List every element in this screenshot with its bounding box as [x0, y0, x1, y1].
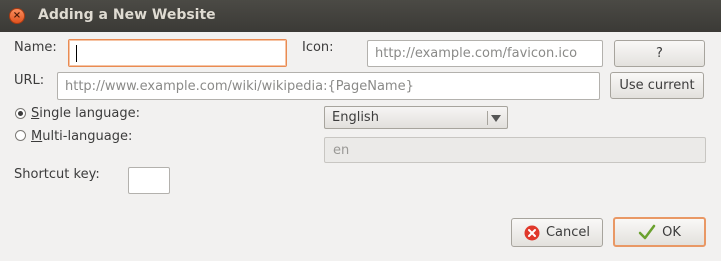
icon-label: Icon: [302, 40, 334, 55]
dialog-window: × Adding a New Website Name: Icon: http:… [0, 0, 721, 261]
single-language-radio[interactable] [15, 108, 26, 119]
name-label: Name: [14, 40, 57, 55]
icon-url-field[interactable]: http://example.com/favicon.ico [367, 40, 603, 67]
combo-separator [487, 111, 488, 125]
close-icon[interactable]: × [9, 8, 25, 24]
shortcut-key-field[interactable] [128, 167, 170, 194]
language-select-value: English [332, 110, 379, 125]
icon-url-placeholder: http://example.com/favicon.ico [375, 46, 578, 61]
use-current-button[interactable]: Use current [610, 72, 704, 99]
text-caret [76, 44, 77, 62]
url-field[interactable]: http://www.example.com/wiki/wikipedia:{P… [57, 72, 600, 100]
shortcut-key-label: Shortcut key: [14, 167, 100, 182]
url-placeholder: http://www.example.com/wiki/wikipedia:{P… [65, 78, 414, 94]
cancel-icon [524, 225, 540, 240]
multi-language-label[interactable]: Multi-language: [31, 129, 132, 144]
language-select[interactable]: English [324, 106, 508, 129]
language-code-value: en [333, 142, 350, 158]
url-label: URL: [14, 73, 45, 88]
language-code-field: en [324, 137, 706, 163]
single-language-label[interactable]: Single language: [31, 106, 140, 121]
cancel-button[interactable]: Cancel [511, 218, 603, 247]
ok-button[interactable]: OK [613, 217, 706, 247]
name-field[interactable] [68, 39, 287, 67]
ok-button-label: OK [662, 224, 681, 240]
checkmark-icon [638, 224, 656, 240]
title-bar: × Adding a New Website [0, 0, 721, 32]
icon-help-button[interactable]: ? [614, 40, 705, 67]
cancel-button-label: Cancel [545, 225, 591, 240]
multi-language-radio[interactable] [15, 130, 26, 141]
chevron-down-icon [491, 115, 501, 122]
window-title: Adding a New Website [38, 7, 216, 23]
